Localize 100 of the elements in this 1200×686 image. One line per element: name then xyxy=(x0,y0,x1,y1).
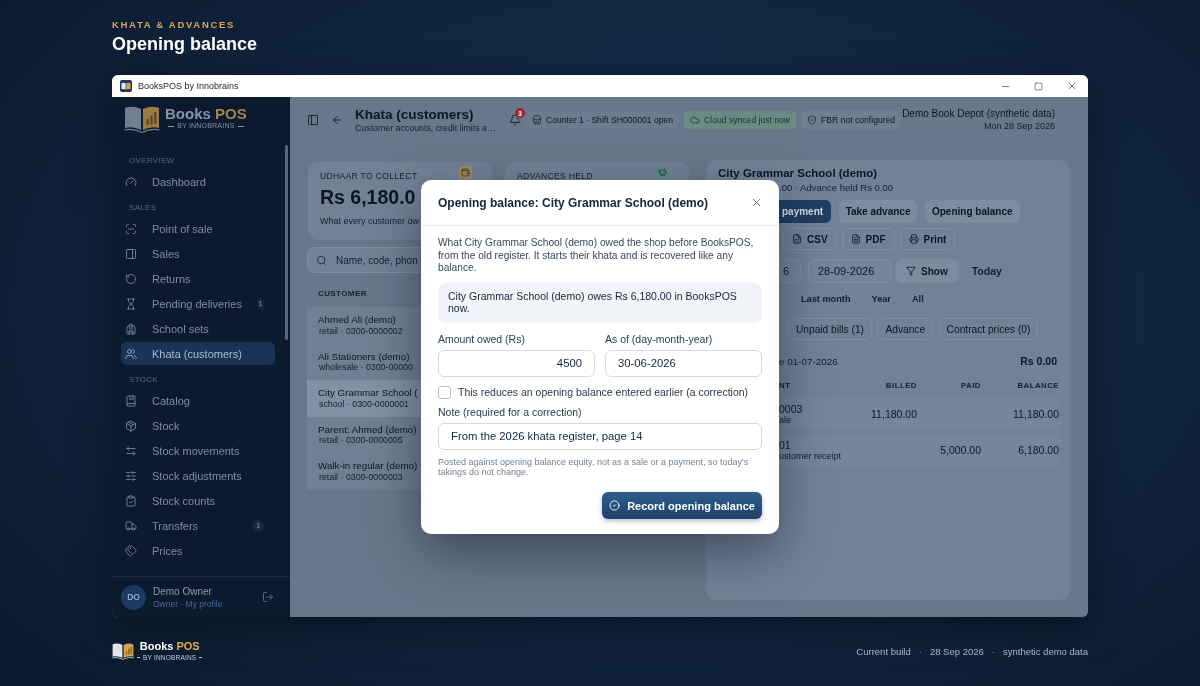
balance-amount: 6,180.00 xyxy=(1018,444,1059,456)
export-button[interactable]: CSV xyxy=(783,228,837,250)
date-field[interactable]: 30-06-2026 xyxy=(605,349,762,377)
stat-value: Rs 6,180.0 xyxy=(320,186,416,208)
customer-row[interactable]: City Grammar School ( school · 0300-0000001 xyxy=(307,380,421,417)
logo-wordmark: Books POS xyxy=(165,105,247,122)
action-button[interactable]: Take advance xyxy=(838,200,918,223)
user-name: Demo Owner xyxy=(153,585,212,598)
logout-icon[interactable] xyxy=(262,591,274,603)
back-arrow-icon[interactable] xyxy=(331,114,343,126)
customer-row[interactable]: Ali Stationers (demo) wholesale · 0300-00000 xyxy=(307,343,421,380)
document-icon xyxy=(850,234,861,244)
separator-dot: · xyxy=(991,645,995,657)
note-field[interactable]: From the 2026 khata register, page 14 xyxy=(438,422,762,450)
field-label: As of (day-month-year) xyxy=(605,332,713,345)
submit-button[interactable]: Record opening balance xyxy=(602,492,762,519)
view-tab[interactable]: Contract prices (0) xyxy=(938,318,1039,340)
customer-name: Parent: Ahmed (demo) xyxy=(318,423,417,435)
footer-text: Current build xyxy=(856,645,911,657)
view-tab[interactable]: Unpaid bills (1) xyxy=(788,318,872,340)
customer-detail: retail · 0300-0000003 xyxy=(319,471,403,483)
sidebar-toggle-icon[interactable] xyxy=(307,114,319,126)
customer-row[interactable]: Ahmed Ali (demo) retail · 0300-0000002 xyxy=(307,307,421,344)
date-field[interactable]: 28-09-2026 xyxy=(808,259,891,283)
nav-item[interactable]: Point of sale xyxy=(121,217,275,240)
action-button[interactable]: payment xyxy=(779,200,832,223)
balance-summary: .00 · Advance held Rs 0.00 xyxy=(779,183,894,193)
view-tab[interactable]: Advance xyxy=(877,318,934,340)
column-header: CUSTOMER xyxy=(318,289,367,299)
opening-label: e 01-07-2026 xyxy=(779,355,838,367)
range-button[interactable]: Year xyxy=(871,292,891,306)
export-button[interactable]: Print xyxy=(899,228,956,250)
nav-item[interactable]: Stock movements xyxy=(121,439,275,462)
nav-item[interactable]: Stock xyxy=(121,414,275,437)
action-button[interactable]: Opening balance xyxy=(925,200,1020,223)
status-label: Counter 1 · Shift SH000001 open xyxy=(546,115,674,125)
ledger-row[interactable]: 0003 ale 11,180.00 11,180.00 xyxy=(779,398,1060,430)
dialog-intro: What City Grammar School (demo) owed the shop before BooksPOS, from the old register. It starts their khata and is recovered like any balance. xyxy=(438,237,755,275)
customer-row[interactable]: Parent: Ahmed (demo) retail · 0300-0000005 xyxy=(307,416,421,453)
customer-detail: retail · 0300-0000002 xyxy=(319,325,403,337)
check-circle-icon xyxy=(609,500,621,511)
gauge-icon xyxy=(125,175,137,188)
sliders-icon xyxy=(125,469,137,482)
nav-item[interactable]: Dashboard xyxy=(121,170,275,193)
nav-item[interactable]: Khata (customers) xyxy=(121,342,275,365)
nav-item[interactable]: Stock counts xyxy=(121,489,275,512)
nav-item[interactable]: Sales xyxy=(121,242,275,265)
shop-date: Mon 28 Sep 2026 xyxy=(983,121,1055,132)
range-button[interactable]: All xyxy=(911,292,924,306)
nav-item[interactable]: Returns xyxy=(121,267,275,290)
customer-name: City Grammar School ( xyxy=(318,387,418,399)
date-field[interactable]: 6 xyxy=(779,259,801,283)
stat-label: UDHAAR TO COLLECT xyxy=(320,171,418,181)
ledger-row[interactable]: 01 ustomer receipt 5,000.00 6,180.00 xyxy=(779,434,1060,466)
stat-note: What every customer ow xyxy=(320,216,420,226)
balance-notice: City Grammar School (demo) owes Rs 6,180.00 in BooksPOS now. xyxy=(438,282,762,323)
nav-item[interactable]: School sets xyxy=(121,317,275,340)
logo-wordmark: Books POS xyxy=(139,641,200,653)
range-button[interactable]: Last month xyxy=(801,292,851,306)
customer-name: Ali Stationers (demo) xyxy=(318,350,410,362)
checkbox[interactable] xyxy=(438,385,451,399)
amount-field[interactable]: 4500 xyxy=(438,349,595,377)
page-title: Opening balance xyxy=(112,33,258,55)
filter-icon xyxy=(906,266,916,276)
dialog-title: Opening balance: City Grammar School (demo) xyxy=(438,195,709,210)
spreadsheet-icon xyxy=(792,234,802,244)
book-icon xyxy=(125,394,137,407)
customer-detail: retail · 0300-0000005 xyxy=(319,435,403,446)
book-logo-icon xyxy=(112,641,134,661)
customer-title: City Grammar School (demo) xyxy=(718,167,878,180)
app-icon xyxy=(120,80,132,92)
wallet-icon xyxy=(459,166,472,179)
customer-name: Walk-in regular (demo) xyxy=(318,460,418,472)
bell-icon[interactable] xyxy=(509,114,521,126)
window-title: BooksPOS by Innobrains xyxy=(138,81,239,91)
today-button[interactable]: Today xyxy=(971,264,1002,278)
footer-text: synthetic demo data xyxy=(1002,645,1088,657)
status-label: Cloud synced just now xyxy=(704,115,791,125)
nav-item[interactable]: Catalog xyxy=(121,389,275,412)
user-role[interactable]: Owner · My profile xyxy=(153,598,223,609)
customer-row[interactable]: Walk-in regular (demo) retail · 0300-0000003 xyxy=(307,453,421,490)
box-icon xyxy=(125,419,137,432)
export-button[interactable]: PDF xyxy=(841,228,895,250)
scrollbar-thumb[interactable] xyxy=(285,145,288,340)
avatar[interactable]: DO xyxy=(121,584,146,610)
paid-amount: 5,000.00 xyxy=(940,444,981,456)
nav-item[interactable]: Prices xyxy=(121,539,275,562)
customer-detail: wholesale · 0300-00000 xyxy=(319,362,413,373)
section-label: STOCK xyxy=(129,374,158,386)
piggy-bank-icon xyxy=(656,166,669,179)
rotate-icon xyxy=(125,272,137,285)
nav-item[interactable]: Stock adjustments xyxy=(121,464,275,487)
field-label: Note (required for a correction) xyxy=(438,405,582,418)
search-field[interactable]: Name, code, phon xyxy=(307,247,420,273)
field-label: Amount owed (Rs) xyxy=(438,332,525,345)
section-label: OVERVIEW xyxy=(129,155,175,167)
checkbox-label[interactable]: This reduces an opening balance entered earlier (a correction) xyxy=(458,386,749,398)
opening-amount: Rs 0.00 xyxy=(1020,355,1057,367)
store-icon xyxy=(532,115,542,125)
show-button[interactable]: Show xyxy=(896,259,958,283)
